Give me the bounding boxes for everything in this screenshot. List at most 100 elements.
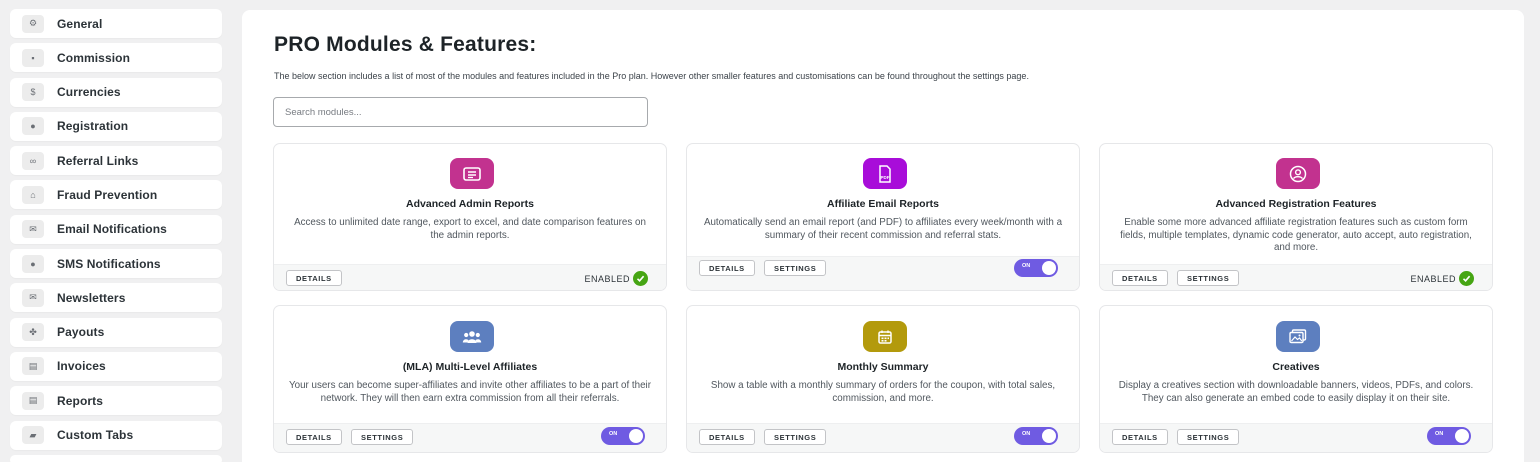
module-card-creatives: Creatives Display a creatives section wi… bbox=[1099, 305, 1493, 453]
sidebar-item-invoices[interactable]: ▤ Invoices bbox=[10, 351, 222, 381]
file-icon: ▤ bbox=[22, 357, 44, 376]
enabled-status: ENABLED bbox=[1410, 271, 1474, 286]
toggle-on-label: ON bbox=[1435, 431, 1444, 437]
sidebar-item-email-notifications[interactable]: ✉ Email Notifications bbox=[10, 214, 222, 244]
module-title: Advanced Admin Reports bbox=[406, 198, 534, 210]
toggle-knob bbox=[1042, 261, 1056, 275]
settings-button[interactable]: SETTINGS bbox=[1177, 429, 1240, 445]
sidebar-item-label: Referral Links bbox=[57, 153, 139, 168]
sidebar-item-label: Fraud Prevention bbox=[57, 187, 158, 202]
module-title: Affiliate Email Reports bbox=[826, 198, 940, 210]
sidebar-item-label: General bbox=[57, 16, 103, 31]
user-circle-icon: ● bbox=[22, 117, 44, 136]
sidebar-item-label: SMS Notifications bbox=[57, 256, 161, 271]
sidebar-item-registration[interactable]: ● Registration bbox=[10, 111, 222, 141]
module-card-advanced-registration-features: Advanced Registration Features Enable so… bbox=[1099, 143, 1493, 291]
sidebar-item-currencies[interactable]: $ Currencies bbox=[10, 77, 222, 107]
module-toggle[interactable]: ON bbox=[1427, 427, 1471, 445]
pro-modules-panel: PRO Modules & Features: The below sectio… bbox=[242, 10, 1524, 462]
module-card-advanced-admin-reports: Advanced Admin Reports Access to unlimit… bbox=[273, 143, 667, 291]
report-icon bbox=[450, 158, 494, 189]
module-description: Enable some more advanced affiliate regi… bbox=[1120, 217, 1472, 253]
sidebar-item-payouts[interactable]: ✤ Payouts bbox=[10, 317, 222, 347]
enabled-label: ENABLED bbox=[584, 273, 630, 284]
module-card-monthly-summary: Monthly Summary Show a table with a mont… bbox=[686, 305, 1080, 453]
chat-icon: ● bbox=[22, 254, 44, 273]
details-button[interactable]: DETAILS bbox=[699, 260, 755, 276]
toggle-knob bbox=[1042, 429, 1056, 443]
details-button[interactable]: DETAILS bbox=[1112, 270, 1168, 286]
sidebar-item-reports[interactable]: ▤ Reports bbox=[10, 386, 222, 416]
sidebar-item-referral-links[interactable]: ∞ Referral Links bbox=[10, 146, 222, 176]
module-footer: DETAILS SETTINGS ON bbox=[274, 423, 666, 452]
module-description: Automatically send an email report (and … bbox=[703, 217, 1063, 241]
module-footer: DETAILS SETTINGS ON bbox=[687, 423, 1079, 452]
sidebar-item-label: Custom Tabs bbox=[57, 428, 134, 443]
toggle-knob bbox=[629, 429, 643, 443]
sidebar-item-label: Currencies bbox=[57, 85, 121, 100]
image-icon bbox=[1276, 321, 1320, 352]
check-circle-icon bbox=[1459, 271, 1474, 286]
settings-button[interactable]: SETTINGS bbox=[351, 429, 414, 445]
sidebar-item-custom-tabs[interactable]: ▰ Custom Tabs bbox=[10, 420, 222, 450]
file-icon: ▤ bbox=[22, 391, 44, 410]
module-footer: DETAILS ENABLED bbox=[274, 264, 666, 290]
page-title: PRO Modules & Features: bbox=[274, 33, 537, 56]
module-toggle[interactable]: ON bbox=[601, 427, 645, 445]
sidebar-item-sms-notifications[interactable]: ● SMS Notifications bbox=[10, 249, 222, 279]
module-description: Your users can become super-affiliates a… bbox=[289, 380, 651, 404]
sidebar-item-label: Newsletters bbox=[57, 290, 126, 305]
module-footer: DETAILS SETTINGS ON bbox=[687, 256, 1079, 290]
toggle-on-label: ON bbox=[1022, 263, 1031, 269]
sidebar-item-commission[interactable]: ▪ Commission bbox=[10, 43, 222, 73]
envelope-icon: ✉ bbox=[22, 220, 44, 239]
settings-button[interactable]: SETTINGS bbox=[1177, 270, 1240, 286]
sidebar-item-general[interactable]: ⚙ General bbox=[10, 9, 222, 38]
toggle-on-label: ON bbox=[609, 431, 618, 437]
users-icon bbox=[450, 321, 494, 352]
module-description: Display a creatives section with downloa… bbox=[1118, 380, 1474, 404]
user-circle-icon bbox=[1276, 158, 1320, 189]
enabled-status: ENABLED bbox=[584, 271, 648, 286]
module-card-affiliate-email-reports: PDF Affiliate Email Reports Automaticall… bbox=[686, 143, 1080, 291]
sidebar-item-label: Payouts bbox=[57, 325, 105, 340]
module-footer: DETAILS SETTINGS ON bbox=[1100, 423, 1492, 452]
dollar-icon: $ bbox=[22, 83, 44, 102]
module-toggle[interactable]: ON bbox=[1014, 259, 1058, 277]
sidebar-item-more[interactable] bbox=[10, 454, 222, 462]
details-button[interactable]: DETAILS bbox=[286, 270, 342, 286]
settings-button[interactable]: SETTINGS bbox=[764, 260, 827, 276]
link-icon: ∞ bbox=[22, 151, 44, 170]
folder-plus-icon: ▰ bbox=[22, 426, 44, 445]
module-description: Show a table with a monthly summary of o… bbox=[710, 380, 1056, 404]
module-title: (MLA) Multi-Level Affiliates bbox=[402, 361, 538, 373]
enabled-label: ENABLED bbox=[1410, 273, 1456, 284]
gear-icon: ⚙ bbox=[22, 14, 44, 33]
settings-sidebar: ⚙ General ▪ Commission $ Currencies ● Re… bbox=[10, 9, 222, 462]
module-description: Access to unlimited date range, export t… bbox=[294, 217, 646, 241]
sidebar-item-label: Reports bbox=[57, 393, 104, 408]
handshake-icon: ✤ bbox=[22, 323, 44, 342]
bank-icon: ⌂ bbox=[22, 185, 44, 204]
details-button[interactable]: DETAILS bbox=[1112, 429, 1168, 445]
sidebar-item-label: Commission bbox=[57, 50, 131, 65]
module-title: Monthly Summary bbox=[837, 361, 929, 373]
sidebar-item-label: Registration bbox=[57, 119, 129, 134]
sidebar-item-fraud-prevention[interactable]: ⌂ Fraud Prevention bbox=[10, 180, 222, 210]
pdf-icon: PDF bbox=[863, 158, 907, 189]
envelope-icon: ✉ bbox=[22, 288, 44, 307]
search-modules-input[interactable] bbox=[273, 97, 648, 127]
module-toggle[interactable]: ON bbox=[1014, 427, 1058, 445]
sidebar-item-newsletters[interactable]: ✉ Newsletters bbox=[10, 283, 222, 313]
toggle-on-label: ON bbox=[1022, 431, 1031, 437]
settings-button[interactable]: SETTINGS bbox=[764, 429, 827, 445]
toggle-knob bbox=[1455, 429, 1469, 443]
module-title: Advanced Registration Features bbox=[1215, 198, 1377, 210]
intro-text: The below section includes a list of mos… bbox=[274, 71, 1029, 81]
sidebar-item-label: Email Notifications bbox=[57, 222, 167, 237]
module-footer: DETAILS SETTINGS ENABLED bbox=[1100, 264, 1492, 290]
details-button[interactable]: DETAILS bbox=[699, 429, 755, 445]
sidebar-item-label: Invoices bbox=[57, 359, 106, 374]
svg-text:PDF: PDF bbox=[881, 175, 890, 180]
details-button[interactable]: DETAILS bbox=[286, 429, 342, 445]
